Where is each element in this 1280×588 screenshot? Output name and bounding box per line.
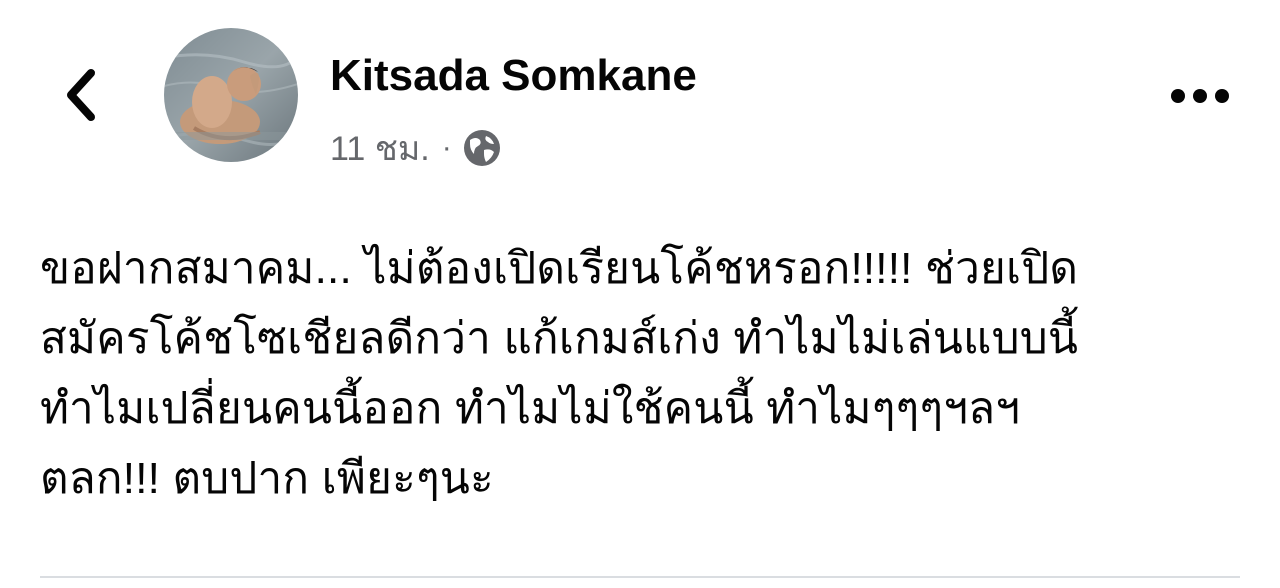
back-button[interactable]: [52, 62, 108, 128]
globe-icon[interactable]: [462, 128, 502, 168]
more-options-button[interactable]: [1160, 74, 1240, 118]
post-text: ขอฝากสมาคม... ไม่ต้องเปิดเรียนโค้ชหรอก!!…: [40, 244, 1079, 503]
chevron-left-icon: [67, 69, 95, 121]
post-meta: 11 ชม. ·: [330, 122, 502, 174]
avatar[interactable]: [164, 28, 298, 162]
post-timestamp[interactable]: 11 ชม.: [330, 121, 430, 175]
author-name[interactable]: Kitsada Somkane: [330, 48, 697, 104]
more-horizontal-icon: [1171, 89, 1229, 103]
meta-separator: ·: [441, 131, 452, 164]
divider: [40, 576, 1240, 578]
